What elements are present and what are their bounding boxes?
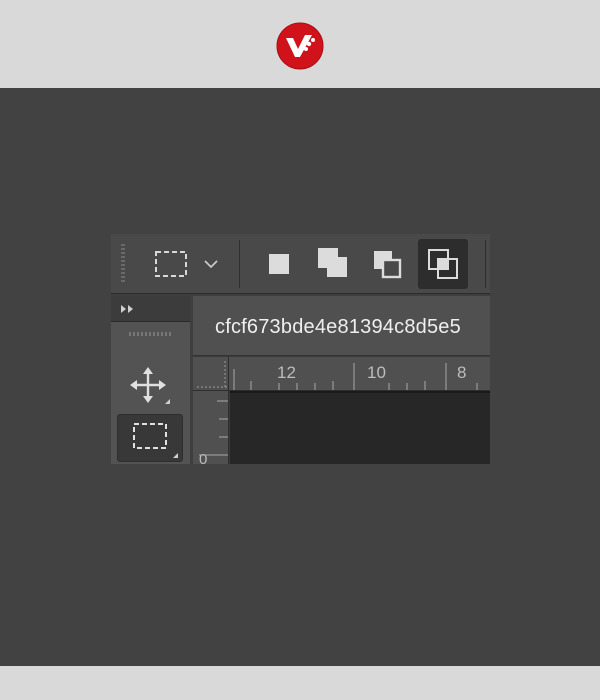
document-title: cfcf673bde4e81394c8d5e5 <box>215 316 461 338</box>
document-area: cfcf673bde4e81394c8d5e5 12 10 8 0 <box>193 296 490 464</box>
tools-panel-grip[interactable] <box>129 332 171 336</box>
brand-logo <box>275 22 325 70</box>
tools-panel-header <box>111 296 190 322</box>
double-chevron-right-icon[interactable] <box>119 302 137 316</box>
options-bar <box>111 234 490 294</box>
ruler-label: 8 <box>457 363 467 382</box>
ruler-label: 0 <box>199 451 208 464</box>
tools-panel <box>111 296 190 464</box>
move-tool-icon[interactable] <box>123 364 173 406</box>
photoshop-window: cfcf673bde4e81394c8d5e5 12 10 8 0 <box>111 234 490 464</box>
ruler-origin[interactable] <box>193 357 229 391</box>
options-separator <box>239 240 240 288</box>
bottom-band <box>0 666 600 700</box>
rectangular-marquee-tool-icon[interactable] <box>117 414 183 462</box>
options-bar-grip[interactable] <box>121 244 125 284</box>
document-canvas[interactable] <box>230 391 490 464</box>
add-to-selection-icon[interactable] <box>314 244 352 282</box>
horizontal-ruler[interactable]: 12 10 8 <box>229 357 490 391</box>
ruler-label: 12 <box>277 363 296 382</box>
chevron-down-icon[interactable] <box>199 254 223 274</box>
vertical-ruler[interactable]: 0 <box>193 391 229 464</box>
top-band <box>0 0 600 88</box>
document-tab[interactable]: cfcf673bde4e81394c8d5e5 <box>193 296 490 356</box>
rectangular-marquee-icon[interactable] <box>151 246 191 282</box>
new-selection-icon[interactable] <box>263 248 295 280</box>
ruler-label: 10 <box>367 363 386 382</box>
options-separator <box>485 240 486 288</box>
subtract-from-selection-icon[interactable] <box>369 246 405 282</box>
intersect-selection-icon[interactable] <box>418 239 468 289</box>
